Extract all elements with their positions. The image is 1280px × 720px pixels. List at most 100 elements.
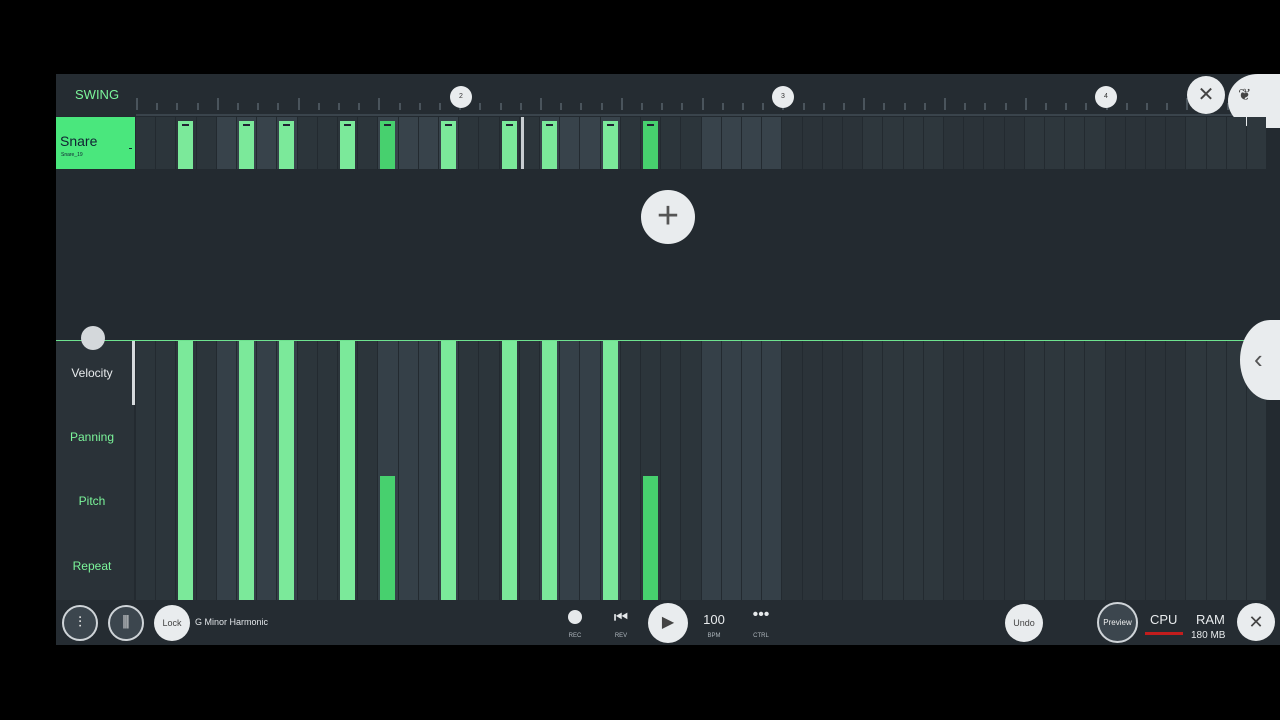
- velocity-column[interactable]: [519, 341, 539, 600]
- velocity-column[interactable]: [216, 341, 236, 600]
- velocity-column[interactable]: [802, 341, 822, 600]
- velocity-column[interactable]: [196, 341, 216, 600]
- step-cell[interactable]: [580, 117, 600, 169]
- step-cell[interactable]: [1125, 117, 1145, 169]
- step-cell[interactable]: [1186, 117, 1206, 169]
- velocity-grid[interactable]: [136, 341, 1280, 600]
- step-cell[interactable]: [156, 117, 176, 169]
- step-cell[interactable]: [1004, 117, 1024, 169]
- velocity-column[interactable]: [317, 341, 337, 600]
- velocity-column[interactable]: [297, 341, 317, 600]
- velocity-column[interactable]: [1166, 341, 1186, 600]
- velocity-column[interactable]: [984, 341, 1004, 600]
- step-cell[interactable]: [1024, 117, 1044, 169]
- velocity-column[interactable]: [822, 341, 842, 600]
- step-cell[interactable]: [418, 117, 438, 169]
- step-cell[interactable]: [1226, 117, 1246, 169]
- step-cell[interactable]: [1085, 117, 1105, 169]
- velocity-column[interactable]: [964, 341, 984, 600]
- step-cell[interactable]: [802, 117, 822, 169]
- step-on[interactable]: [501, 121, 517, 169]
- step-cell[interactable]: [1247, 117, 1267, 169]
- velocity-column[interactable]: [418, 341, 438, 600]
- velocity-bar[interactable]: [340, 341, 355, 600]
- step-cell[interactable]: [701, 117, 721, 169]
- step-on[interactable]: [380, 121, 396, 169]
- step-cell[interactable]: [196, 117, 216, 169]
- velocity-column[interactable]: [620, 341, 640, 600]
- velocity-column[interactable]: [762, 341, 782, 600]
- step-cell[interactable]: [863, 117, 883, 169]
- step-cell[interactable]: [317, 117, 337, 169]
- velocity-column[interactable]: [1085, 341, 1105, 600]
- velocity-column[interactable]: [681, 341, 701, 600]
- velocity-tab[interactable]: Velocity: [56, 366, 128, 380]
- velocity-column[interactable]: [661, 341, 681, 600]
- velocity-bar[interactable]: [178, 341, 194, 600]
- step-on[interactable]: [279, 121, 295, 169]
- velocity-bar[interactable]: [643, 476, 658, 600]
- velocity-column[interactable]: [136, 341, 156, 600]
- step-on[interactable]: [643, 121, 658, 169]
- editor-resize-handle[interactable]: [81, 326, 105, 350]
- step-cell[interactable]: [620, 117, 640, 169]
- velocity-column[interactable]: [1105, 341, 1125, 600]
- ctrl-dots-icon[interactable]: •••: [746, 606, 776, 624]
- rewind-icon[interactable]: ⏮: [610, 609, 632, 627]
- step-on[interactable]: [602, 121, 618, 169]
- close-editor-button[interactable]: ✕: [1237, 603, 1275, 641]
- velocity-column[interactable]: [1125, 341, 1145, 600]
- swing-button[interactable]: SWING: [75, 87, 119, 102]
- velocity-bar[interactable]: [441, 341, 456, 600]
- velocity-column[interactable]: [1024, 341, 1044, 600]
- editor-scrollbar[interactable]: [132, 341, 135, 405]
- lock-button[interactable]: Lock: [154, 605, 190, 641]
- scale-selector[interactable]: G Minor Harmonic: [195, 617, 268, 627]
- velocity-bar[interactable]: [239, 341, 254, 600]
- velocity-column[interactable]: [883, 341, 903, 600]
- step-cell[interactable]: [984, 117, 1004, 169]
- velocity-column[interactable]: [1186, 341, 1206, 600]
- velocity-bar[interactable]: [602, 341, 618, 600]
- step-cell[interactable]: [721, 117, 741, 169]
- bar-marker-2[interactable]: 2: [450, 86, 472, 108]
- step-cell[interactable]: [398, 117, 418, 169]
- preview-button[interactable]: Preview: [1097, 602, 1138, 643]
- velocity-column[interactable]: [1206, 341, 1226, 600]
- step-on[interactable]: [340, 121, 355, 169]
- step-cell[interactable]: [1045, 117, 1065, 169]
- close-button[interactable]: ✕: [1187, 76, 1225, 114]
- step-cell[interactable]: [964, 117, 984, 169]
- panning-tab[interactable]: Panning: [56, 430, 128, 444]
- velocity-column[interactable]: [1065, 341, 1085, 600]
- step-cell[interactable]: [1206, 117, 1226, 169]
- step-cell[interactable]: [297, 117, 317, 169]
- step-cell[interactable]: [762, 117, 782, 169]
- step-cell[interactable]: [883, 117, 903, 169]
- velocity-column[interactable]: [358, 341, 378, 600]
- timeline-ruler[interactable]: SWING 2 3 4: [56, 74, 1280, 116]
- step-cell[interactable]: [216, 117, 236, 169]
- pitch-tab[interactable]: Pitch: [56, 494, 128, 508]
- step-cell[interactable]: [923, 117, 943, 169]
- step-cell[interactable]: [903, 117, 923, 169]
- step-cell[interactable]: [742, 117, 762, 169]
- velocity-column[interactable]: [903, 341, 923, 600]
- velocity-column[interactable]: [843, 341, 863, 600]
- velocity-column[interactable]: [1004, 341, 1024, 600]
- velocity-column[interactable]: [459, 341, 479, 600]
- velocity-bar[interactable]: [380, 476, 396, 600]
- repeat-tab[interactable]: Repeat: [56, 559, 128, 573]
- step-on[interactable]: [239, 121, 254, 169]
- velocity-column[interactable]: [156, 341, 176, 600]
- play-button[interactable]: ▶: [648, 603, 688, 643]
- step-cell[interactable]: [782, 117, 802, 169]
- step-cell[interactable]: [560, 117, 580, 169]
- velocity-bar[interactable]: [501, 341, 517, 600]
- step-cell[interactable]: [257, 117, 277, 169]
- step-cell[interactable]: [1105, 117, 1125, 169]
- step-cell[interactable]: [479, 117, 499, 169]
- velocity-column[interactable]: [944, 341, 964, 600]
- velocity-column[interactable]: [580, 341, 600, 600]
- step-on[interactable]: [542, 121, 557, 169]
